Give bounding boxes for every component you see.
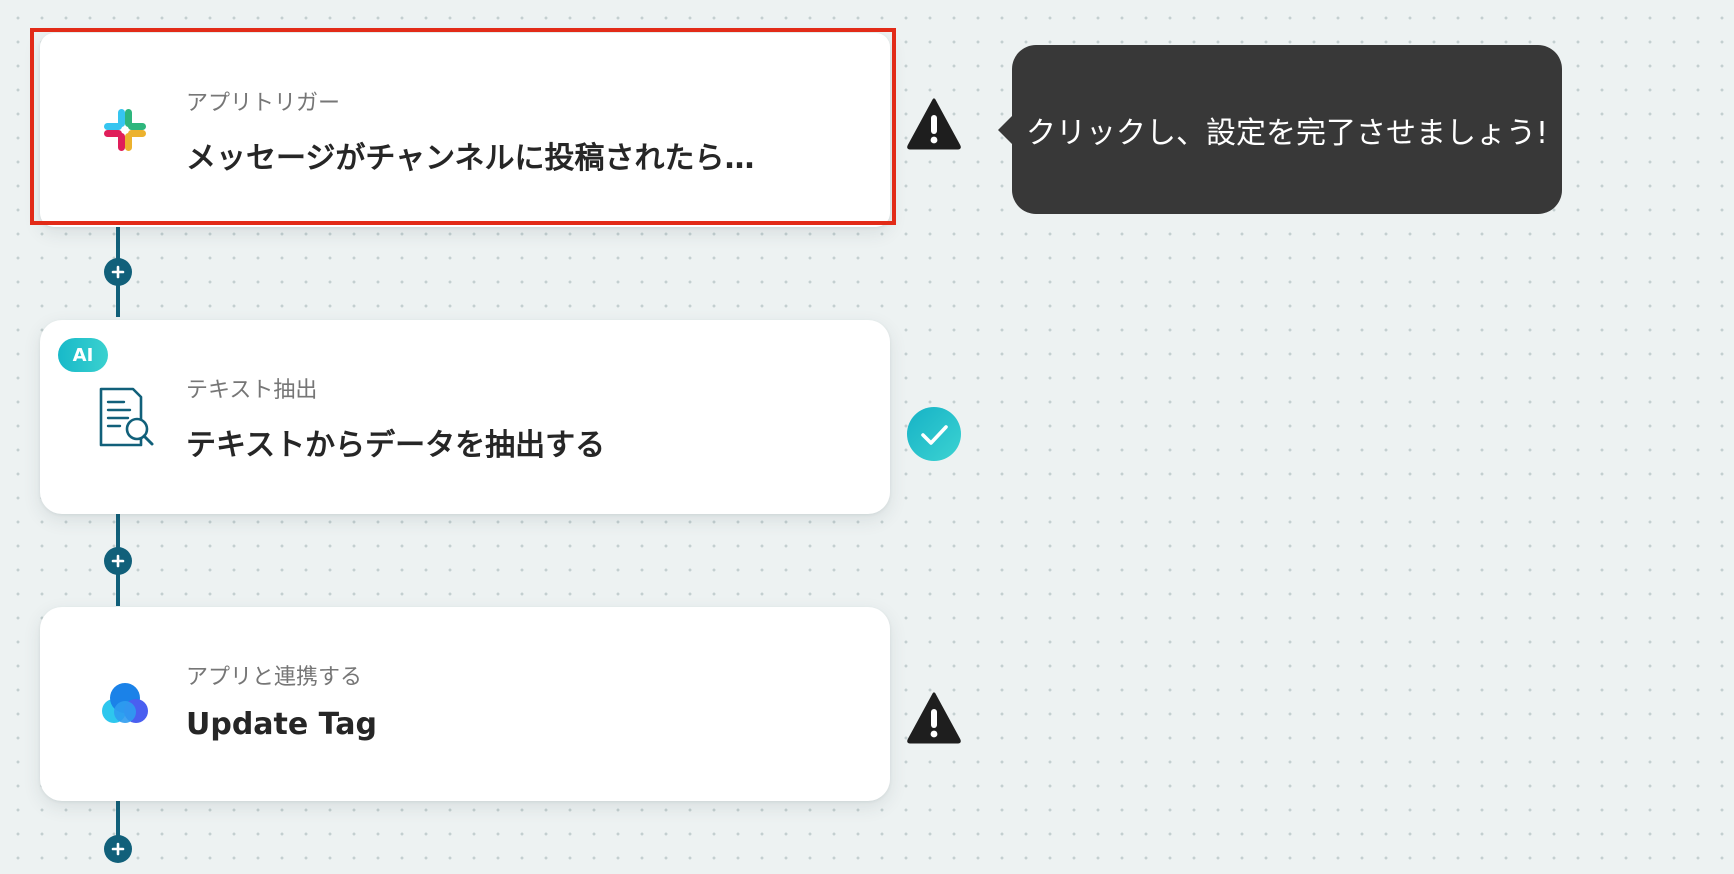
add-step-button[interactable] <box>104 258 132 286</box>
flow-step-card-trigger[interactable]: アプリトリガー メッセージがチャンネルに投稿されたら… <box>40 33 890 227</box>
step-type-label: アプリトリガー <box>186 91 341 116</box>
step-title: メッセージがチャンネルに投稿されたら… <box>186 141 755 176</box>
step-type-label: テキスト抽出 <box>186 378 318 403</box>
warning-icon <box>906 690 962 746</box>
setup-hint-tooltip: クリックし、設定を完了させましょう! <box>998 45 1562 214</box>
step-type-label: アプリと連携する <box>186 665 363 690</box>
ai-badge: AI <box>58 338 108 372</box>
flow-step-card-text-extraction[interactable]: AI テキスト抽出 テキストからデータを抽出する <box>40 320 890 514</box>
check-icon <box>906 406 962 462</box>
plus-icon <box>111 554 125 568</box>
tooltip-text: クリックし、設定を完了させましょう! <box>1025 115 1549 151</box>
add-step-button[interactable] <box>104 835 132 863</box>
plus-icon <box>111 842 125 856</box>
tooltip-arrow <box>998 115 1013 145</box>
flow-step-card-update-tag[interactable]: アプリと連携する Update Tag <box>40 607 890 801</box>
add-step-button[interactable] <box>104 547 132 575</box>
slack-logo-icon <box>90 95 160 165</box>
step-title: Update Tag <box>186 707 378 742</box>
plus-icon <box>111 265 125 279</box>
cloud-app-icon <box>90 669 160 739</box>
warning-icon <box>906 96 962 152</box>
step-title: テキストからデータを抽出する <box>186 428 606 463</box>
document-search-icon <box>90 382 160 452</box>
